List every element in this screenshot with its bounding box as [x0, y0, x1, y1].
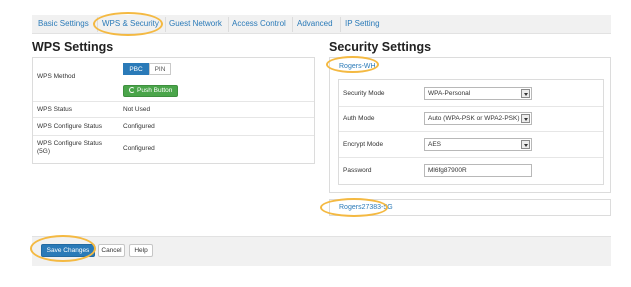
wps-configure-status-value: Configured — [123, 123, 155, 130]
wps-configure-status-5g-label: WPS Configure Status (5G) — [37, 140, 103, 155]
security-mode-value: WPA-Personal — [428, 90, 471, 97]
cancel-button[interactable]: Cancel — [98, 244, 125, 257]
push-button-label: Push Button — [137, 87, 173, 94]
auth-mode-select[interactable]: Auto (WPA-PSK or WPA2-PSK) — [424, 112, 532, 125]
wps-status-label: WPS Status — [37, 106, 73, 113]
security-form: Security Mode WPA-Personal Auth Mode Aut… — [338, 79, 604, 185]
chevron-down-icon — [521, 89, 530, 98]
tab-divider — [228, 17, 229, 32]
password-field[interactable]: Ml6fg87900R — [424, 164, 532, 177]
row-divider — [339, 157, 603, 158]
tab-divider — [165, 17, 166, 32]
tab-basic-settings[interactable]: Basic Settings — [38, 19, 89, 28]
wps-settings-title: WPS Settings — [32, 40, 114, 54]
row-divider — [33, 117, 314, 118]
tab-guest-network[interactable]: Guest Network — [169, 19, 222, 28]
help-button[interactable]: Help — [129, 244, 153, 257]
wps-configure-status-label: WPS Configure Status — [37, 123, 103, 130]
security-settings-panel: Rogers-WH Security Mode WPA-Personal Aut… — [329, 57, 611, 193]
encrypt-mode-value: AES — [428, 141, 442, 148]
tab-divider — [292, 17, 293, 32]
pin-option[interactable]: PIN — [149, 63, 171, 75]
row-divider — [339, 106, 603, 107]
security-mode-label: Security Mode — [343, 90, 385, 97]
security-mode-select[interactable]: WPA-Personal — [424, 87, 532, 100]
tab-advanced[interactable]: Advanced — [297, 19, 333, 28]
encrypt-mode-label: Encrypt Mode — [343, 141, 384, 148]
save-button[interactable]: Save Changes — [41, 244, 95, 257]
tab-bar: Basic Settings WPS & Security Guest Netw… — [32, 15, 611, 34]
security-settings-title: Security Settings — [329, 40, 432, 54]
tab-divider — [340, 17, 341, 32]
wps-configure-status-5g-value: Configured — [123, 145, 155, 152]
network-5g-panel: Rogers27383-5G — [329, 199, 611, 216]
row-divider — [33, 101, 314, 102]
chevron-down-icon — [521, 140, 530, 149]
tab-wps-security[interactable]: WPS & Security — [102, 19, 159, 28]
network-name-24ghz: Rogers-WH — [339, 63, 376, 70]
network-name-5ghz[interactable]: Rogers27383-5G — [339, 204, 393, 211]
row-divider — [339, 131, 603, 132]
encrypt-mode-select[interactable]: AES — [424, 138, 532, 151]
tab-access-control[interactable]: Access Control — [232, 19, 286, 28]
push-button[interactable]: Push Button — [123, 85, 179, 97]
auth-mode-value: Auto (WPA-PSK or WPA2-PSK) — [428, 115, 520, 122]
row-divider — [33, 135, 314, 136]
tab-ip-setting[interactable]: IP Setting — [345, 19, 380, 28]
wps-settings-panel: WPS Method PBC PIN Push Button WPS Statu… — [32, 57, 315, 164]
password-label: Password — [343, 167, 372, 174]
footer-bar: Save Changes Cancel Help — [32, 236, 611, 266]
pbc-option[interactable]: PBC — [123, 63, 149, 75]
wps-status-value: Not Used — [123, 106, 151, 113]
auth-mode-label: Auth Mode — [343, 115, 375, 122]
wps-method-label: WPS Method — [37, 73, 76, 80]
chevron-down-icon — [521, 114, 530, 123]
refresh-icon — [129, 86, 135, 93]
tab-divider — [97, 17, 98, 32]
